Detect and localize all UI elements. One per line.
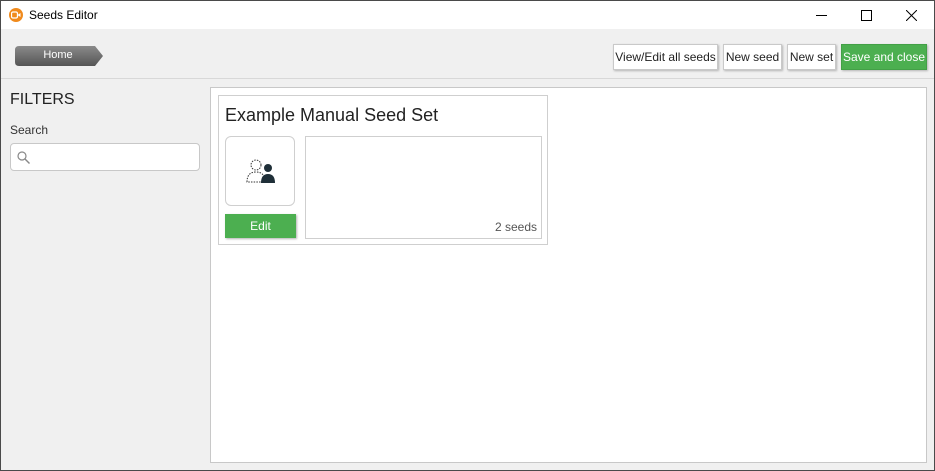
home-button[interactable]: Home <box>15 46 103 66</box>
search-icon <box>17 151 30 164</box>
seed-sets-panel: Example Manual Seed Set Edit 2 seeds <box>210 87 927 463</box>
new-seed-button[interactable]: New seed <box>723 44 782 70</box>
minimize-button[interactable] <box>798 1 844 29</box>
view-edit-all-seeds-button[interactable]: View/Edit all seeds <box>613 44 718 70</box>
window-title: Seeds Editor <box>29 8 98 22</box>
title-bar[interactable]: Seeds Editor <box>1 1 934 29</box>
seed-count: 2 seeds <box>494 220 537 234</box>
search-label: Search <box>10 123 49 137</box>
manual-seed-set-icon <box>246 159 275 183</box>
toolbar: Home View/Edit all seeds New seed New se… <box>1 29 934 79</box>
maximize-button[interactable] <box>843 1 889 29</box>
filters-panel: FILTERS Search <box>1 80 206 470</box>
seed-set-thumbnail <box>225 136 295 206</box>
maximize-icon <box>860 9 872 21</box>
edit-seed-set-button[interactable]: Edit <box>225 214 296 238</box>
search-box[interactable] <box>10 143 200 171</box>
close-icon <box>905 9 917 21</box>
seed-set-card: Example Manual Seed Set Edit 2 seeds <box>218 95 548 245</box>
seeds-editor-window: Seeds Editor Home View/Edit all seeds Ne… <box>0 0 935 471</box>
close-window-button[interactable] <box>888 1 934 29</box>
new-set-button[interactable]: New set <box>787 44 836 70</box>
app-logo-icon <box>9 8 23 22</box>
seed-set-preview: 2 seeds <box>305 136 542 239</box>
save-and-close-button[interactable]: Save and close <box>841 44 927 70</box>
minimize-icon <box>815 14 827 16</box>
filters-title: FILTERS <box>10 91 75 108</box>
search-input[interactable] <box>35 147 195 167</box>
home-label: Home <box>43 49 73 61</box>
seed-set-title: Example Manual Seed Set <box>225 105 439 125</box>
